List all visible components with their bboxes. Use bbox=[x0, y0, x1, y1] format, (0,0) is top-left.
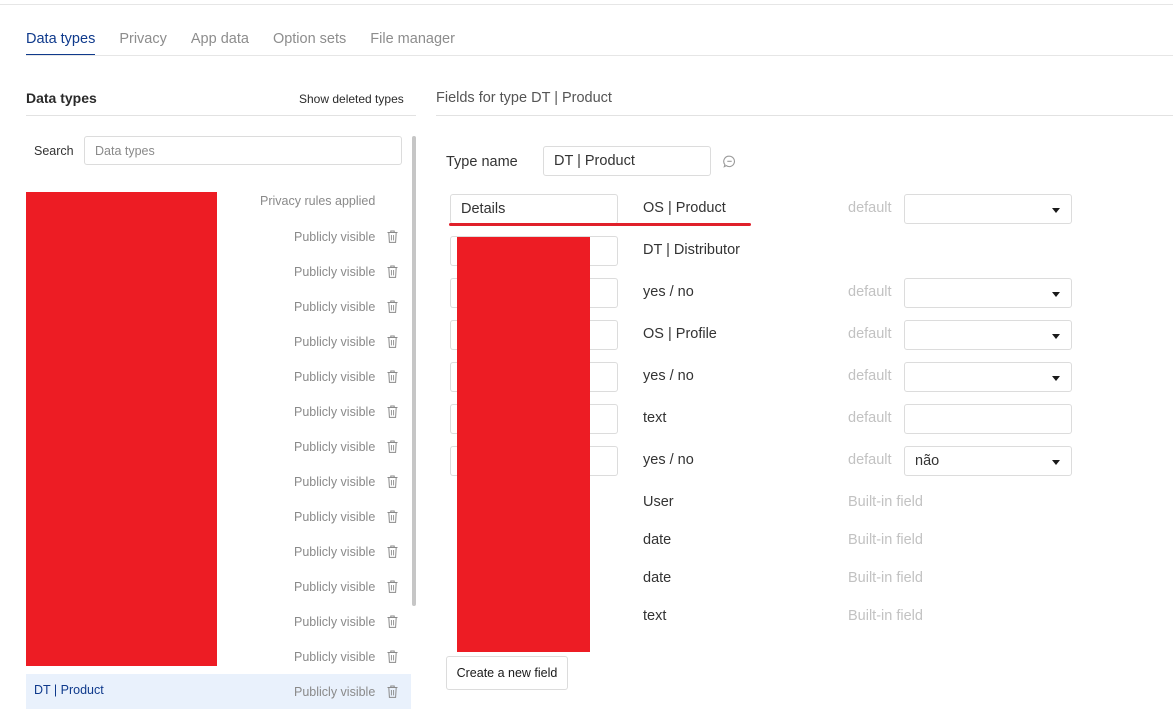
field-type: date bbox=[643, 532, 672, 548]
trash-icon[interactable] bbox=[387, 685, 398, 698]
default-value-dropdown[interactable]: não bbox=[904, 446, 1072, 476]
privacy-status: Publicly visible bbox=[294, 545, 376, 559]
type-name-input[interactable] bbox=[543, 146, 711, 176]
default-label: default bbox=[848, 284, 892, 300]
default-value-dropdown[interactable] bbox=[904, 278, 1072, 308]
default-label: default bbox=[848, 452, 892, 468]
field-type: yes / no bbox=[643, 284, 694, 300]
default-label: default bbox=[848, 410, 892, 426]
tab-file-manager[interactable]: File manager bbox=[370, 30, 455, 56]
privacy-status: Publicly visible bbox=[294, 475, 376, 489]
field-type: text bbox=[643, 608, 667, 624]
default-value-input[interactable] bbox=[904, 404, 1072, 434]
trash-icon[interactable] bbox=[387, 230, 398, 243]
privacy-status: Publicly visible bbox=[294, 685, 376, 699]
field-name-input[interactable] bbox=[450, 194, 618, 224]
privacy-status: Publicly visible bbox=[294, 405, 376, 419]
chevron-down-icon bbox=[1052, 334, 1060, 339]
trash-icon[interactable] bbox=[387, 545, 398, 558]
trash-icon[interactable] bbox=[387, 370, 398, 383]
built-in-field-label: Built-in field bbox=[848, 494, 923, 510]
show-deleted-types-link[interactable]: Show deleted types bbox=[299, 92, 404, 106]
data-types-search-input[interactable] bbox=[84, 136, 402, 165]
data-type-name: DT | Product bbox=[34, 683, 104, 697]
default-label: default bbox=[848, 326, 892, 342]
trash-icon[interactable] bbox=[387, 615, 398, 628]
privacy-status: Publicly visible bbox=[294, 335, 376, 349]
trash-icon[interactable] bbox=[387, 650, 398, 663]
built-in-field-label: Built-in field bbox=[848, 532, 923, 548]
default-label: default bbox=[848, 200, 892, 216]
privacy-status: Publicly visible bbox=[294, 300, 376, 314]
trash-icon[interactable] bbox=[387, 440, 398, 453]
field-type: OS | Profile bbox=[643, 326, 717, 342]
chevron-down-icon bbox=[1052, 208, 1060, 213]
tab-data-types[interactable]: Data types bbox=[26, 30, 96, 56]
create-new-field-button[interactable]: Create a new field bbox=[446, 656, 568, 690]
field-type: date bbox=[643, 570, 672, 586]
trash-icon[interactable] bbox=[387, 475, 398, 488]
tab-privacy[interactable]: Privacy bbox=[119, 30, 167, 56]
redaction-block-right bbox=[457, 237, 590, 652]
field-type: User bbox=[643, 494, 674, 510]
privacy-status: Publicly visible bbox=[294, 440, 376, 454]
comment-icon[interactable] bbox=[723, 155, 736, 168]
default-value: não bbox=[915, 453, 940, 469]
trash-icon[interactable] bbox=[387, 580, 398, 593]
built-in-field-label: Built-in field bbox=[848, 570, 923, 586]
privacy-status: Publicly visible bbox=[294, 230, 376, 244]
field-type: DT | Distributor bbox=[643, 242, 740, 258]
tab-app-data[interactable]: App data bbox=[191, 30, 249, 56]
privacy-status: Publicly visible bbox=[294, 265, 376, 279]
privacy-status: Publicly visible bbox=[294, 580, 376, 594]
main-tabs: Data types Privacy App data Option sets … bbox=[26, 30, 455, 56]
built-in-field-label: Built-in field bbox=[848, 608, 923, 624]
trash-icon[interactable] bbox=[387, 335, 398, 348]
field-type: yes / no bbox=[643, 452, 694, 468]
privacy-status: Publicly visible bbox=[294, 370, 376, 384]
left-panel-divider bbox=[26, 115, 416, 116]
annotation-underline bbox=[449, 223, 751, 226]
default-label: default bbox=[848, 368, 892, 384]
search-label: Search bbox=[34, 144, 74, 158]
privacy-status: Publicly visible bbox=[294, 615, 376, 629]
trash-icon[interactable] bbox=[387, 405, 398, 418]
trash-icon[interactable] bbox=[387, 300, 398, 313]
chevron-down-icon bbox=[1052, 292, 1060, 297]
data-type-row[interactable]: DT | Product Publicly visible bbox=[26, 674, 411, 709]
privacy-rules-header: Privacy rules applied bbox=[260, 194, 376, 208]
right-panel-divider bbox=[436, 115, 1173, 116]
data-types-scrollbar[interactable] bbox=[412, 136, 416, 606]
tabs-divider bbox=[26, 55, 1173, 56]
field-type: yes / no bbox=[643, 368, 694, 384]
type-name-label: Type name bbox=[446, 154, 518, 170]
trash-icon[interactable] bbox=[387, 265, 398, 278]
field-row: OS | Product default bbox=[446, 194, 1086, 226]
privacy-status: Publicly visible bbox=[294, 510, 376, 524]
field-type: OS | Product bbox=[643, 200, 726, 216]
redaction-block-left bbox=[26, 192, 217, 666]
trash-icon[interactable] bbox=[387, 510, 398, 523]
privacy-status: Publicly visible bbox=[294, 650, 376, 664]
chevron-down-icon bbox=[1052, 376, 1060, 381]
field-type: text bbox=[643, 410, 667, 426]
chevron-down-icon bbox=[1052, 460, 1060, 465]
default-value-dropdown[interactable] bbox=[904, 194, 1072, 224]
top-border bbox=[0, 0, 1173, 5]
default-value-dropdown[interactable] bbox=[904, 320, 1072, 350]
tab-option-sets[interactable]: Option sets bbox=[273, 30, 346, 56]
data-types-heading: Data types bbox=[26, 90, 97, 106]
default-value-dropdown[interactable] bbox=[904, 362, 1072, 392]
fields-panel-title: Fields for type DT | Product bbox=[436, 90, 612, 106]
